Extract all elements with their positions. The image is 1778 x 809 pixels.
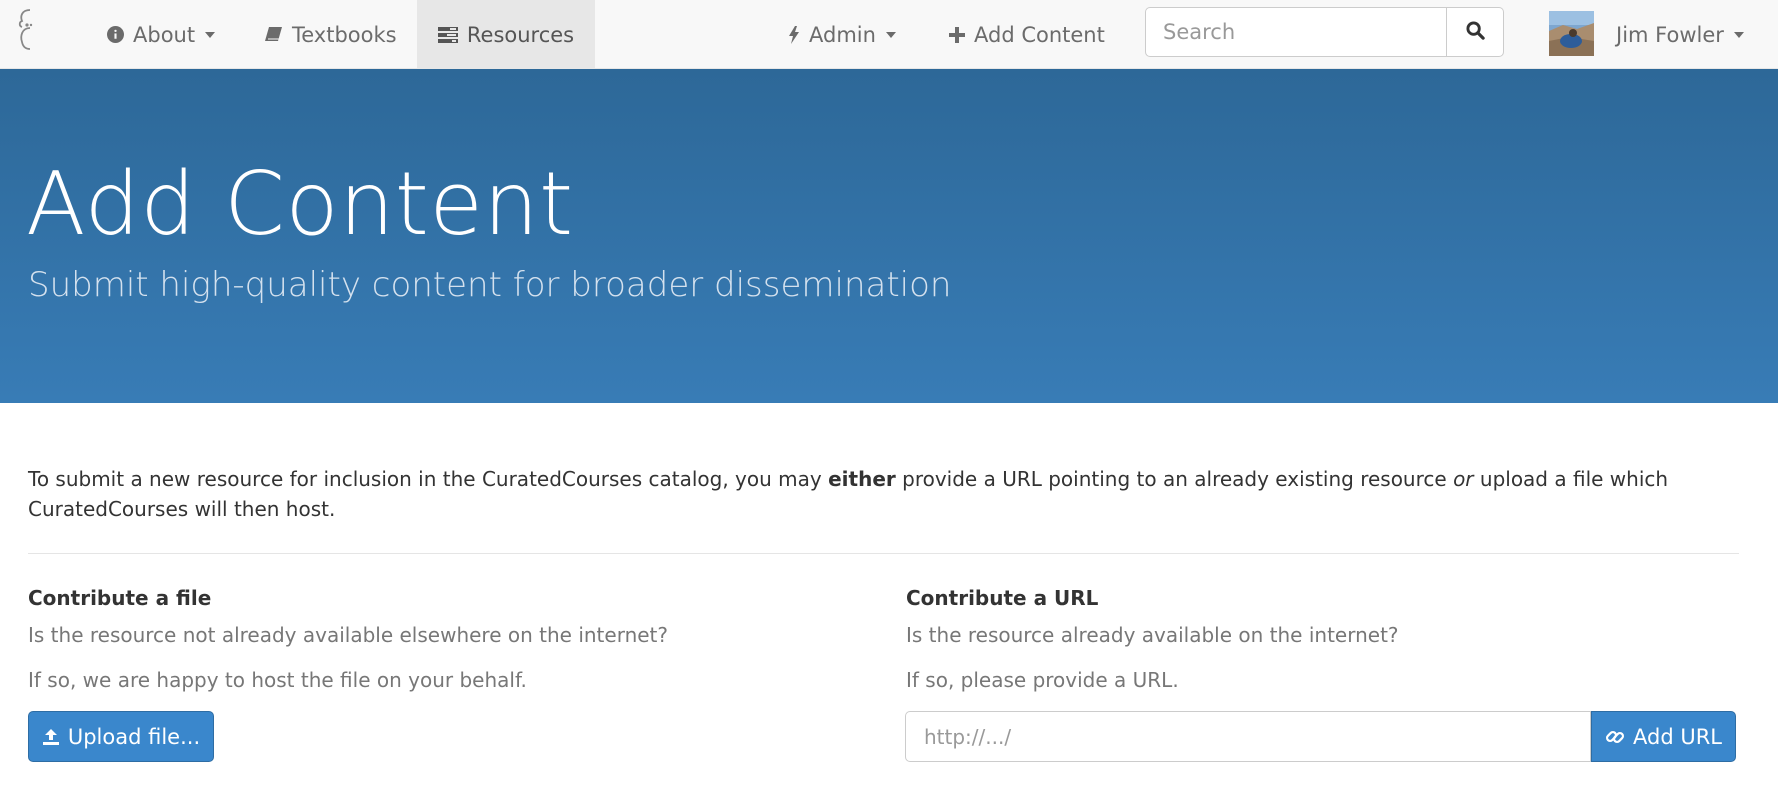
upload-icon bbox=[42, 728, 60, 746]
nav-about[interactable]: About bbox=[107, 0, 216, 69]
page-subtitle: Submit high-quality content for broader … bbox=[28, 265, 952, 305]
nav-resources[interactable]: Resources bbox=[417, 0, 595, 69]
search-button[interactable] bbox=[1447, 7, 1504, 57]
user-name: Jim Fowler bbox=[1616, 22, 1724, 47]
navbar: About Textbooks Resources Admin Add Cont… bbox=[0, 0, 1778, 69]
intro-part1: To submit a new resource for inclusion i… bbox=[28, 467, 829, 491]
intro-text: To submit a new resource for inclusion i… bbox=[28, 464, 1678, 524]
upload-file-label: Upload file... bbox=[67, 724, 201, 749]
intro-bold: either bbox=[828, 467, 896, 491]
nav-resources-label: Resources bbox=[466, 22, 575, 47]
nav-add-content-label: Add Content bbox=[974, 22, 1105, 47]
nav-about-label: About bbox=[133, 22, 196, 47]
nav-admin-label: Admin bbox=[809, 22, 876, 47]
contribute-file-heading: Contribute a file bbox=[28, 586, 212, 610]
nav-admin[interactable]: Admin bbox=[788, 0, 896, 69]
info-circle-icon bbox=[107, 26, 124, 43]
url-input[interactable] bbox=[905, 711, 1591, 762]
link-icon bbox=[1605, 727, 1625, 747]
hero-banner: Add Content Submit high-quality content … bbox=[0, 69, 1778, 403]
contribute-url-section: Contribute a URL Is the resource already… bbox=[906, 583, 1399, 692]
brand-logo[interactable] bbox=[16, 6, 36, 52]
url-input-group: Add URL bbox=[905, 711, 1736, 762]
caret-down-icon bbox=[205, 31, 216, 38]
contribute-file-question: Is the resource not already available el… bbox=[28, 623, 669, 647]
book-icon bbox=[264, 26, 283, 43]
contribute-file-note: If so, we are happy to host the file on … bbox=[28, 668, 527, 692]
contribute-file-section: Contribute a file Is the resource not al… bbox=[28, 583, 668, 692]
caret-down-icon bbox=[1733, 31, 1744, 38]
contribute-url-note: If so, please provide a URL. bbox=[906, 668, 1179, 692]
nav-textbooks[interactable]: Textbooks bbox=[264, 0, 397, 69]
add-url-button[interactable]: Add URL bbox=[1591, 711, 1736, 762]
upload-file-button[interactable]: Upload file... bbox=[28, 711, 214, 762]
add-url-label: Add URL bbox=[1633, 724, 1722, 749]
contribute-url-heading: Contribute a URL bbox=[906, 586, 1099, 610]
nav-textbooks-label: Textbooks bbox=[292, 22, 397, 47]
search-group bbox=[1145, 7, 1504, 57]
plus-icon bbox=[949, 26, 965, 43]
intro-part2: provide a URL pointing to an already exi… bbox=[895, 467, 1454, 491]
tasks-icon bbox=[437, 26, 458, 43]
user-menu[interactable]: Jim Fowler bbox=[1616, 0, 1744, 69]
divider bbox=[28, 553, 1739, 554]
contribute-url-question: Is the resource already available on the… bbox=[906, 623, 1399, 647]
nav-add-content[interactable]: Add Content bbox=[949, 0, 1105, 69]
search-input[interactable] bbox=[1145, 7, 1447, 57]
caret-down-icon bbox=[885, 31, 896, 38]
avatar[interactable] bbox=[1549, 11, 1594, 56]
bolt-icon bbox=[788, 25, 800, 44]
page-title: Add Content bbox=[26, 153, 574, 255]
intro-italic: or bbox=[1453, 467, 1474, 491]
search-icon bbox=[1465, 20, 1485, 44]
